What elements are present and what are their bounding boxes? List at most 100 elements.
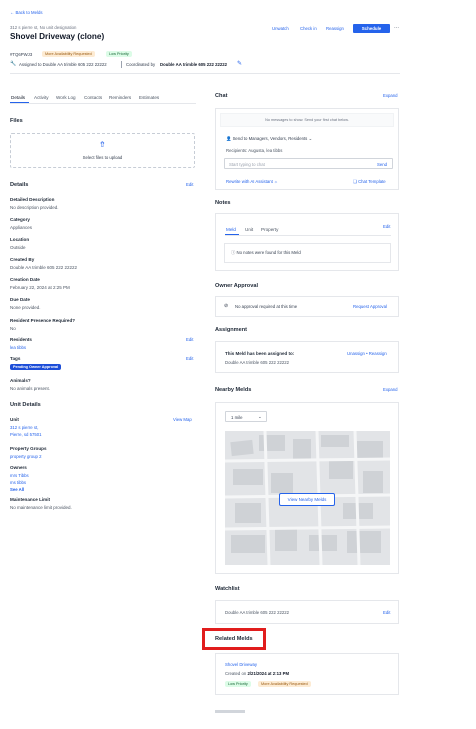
detail-label: Creation Date xyxy=(10,277,40,282)
maintenance-limit-value: No maintenance limit provided. xyxy=(10,505,72,510)
notes-tab-unit[interactable]: Unit xyxy=(245,227,253,232)
unit-label: Unit xyxy=(10,417,19,422)
address-line: 312 s pierre st, No unit designation xyxy=(10,25,77,30)
chat-input[interactable]: Start typing to chat Send xyxy=(224,158,393,169)
detail-label: Location xyxy=(10,237,30,242)
resident-link[interactable]: lea tibbs xyxy=(10,345,26,350)
notes-empty-box: ⓘ No notes were found for this Meld xyxy=(224,243,391,263)
related-meld-created: Created on 2/21/2024 at 2:13 PM xyxy=(225,671,290,676)
assigned-to-text: Assigned to Double AA trimble 605 222 22… xyxy=(19,62,107,67)
notes-empty-message: ⓘ No notes were found for this Meld xyxy=(231,250,301,255)
schedule-button[interactable]: Schedule xyxy=(353,24,390,33)
notes-tab-property[interactable]: Property xyxy=(261,227,278,232)
tag-badge: Pending Owner Approval xyxy=(10,364,62,370)
owner-link[interactable]: ms tibbs xyxy=(10,480,26,485)
notes-tab-meld[interactable]: Meld xyxy=(226,227,236,232)
reassign-button[interactable]: Reassign xyxy=(326,26,344,31)
tags-label: Tags xyxy=(10,356,21,361)
chat-empty-text: No messages to show. Send your first cha… xyxy=(265,118,349,122)
detail-value: Appliances xyxy=(10,225,33,230)
assignment-title: Assignment xyxy=(215,327,248,333)
unit-details-title: Unit Details xyxy=(10,402,41,408)
info-icon: ⓘ xyxy=(231,250,236,255)
owner-approval-text: No approval required at this time xyxy=(235,304,298,309)
tab-work-log[interactable]: Work Log xyxy=(56,95,76,100)
related-availability-badge: More Availability Requested xyxy=(258,681,311,687)
radius-select-value: 1 mile xyxy=(231,415,243,420)
chat-template-button[interactable]: ❏ Chat Template xyxy=(353,179,386,185)
send-to-dropdown[interactable]: 👤 Send to Managers, Vendors, Residents ⌄ xyxy=(226,136,312,142)
notes-title: Notes xyxy=(215,200,231,206)
header-divider xyxy=(10,73,400,74)
details-edit-link[interactable]: Edit xyxy=(186,182,193,187)
owner-approval-title: Owner Approval xyxy=(215,283,258,289)
chevron-down-icon: ⌄ xyxy=(258,414,262,419)
details-title: Details xyxy=(10,182,29,188)
chat-title: Chat xyxy=(215,93,228,99)
watchlist-title: Watchlist xyxy=(215,586,240,592)
property-groups-label: Property Groups xyxy=(10,446,47,451)
wrench-icon: 🔧 xyxy=(10,61,17,67)
notes-tab-divider xyxy=(225,235,391,236)
tab-contacts[interactable]: Contacts xyxy=(84,95,102,100)
tab-reminders[interactable]: Reminders xyxy=(109,95,131,100)
notes-edit-link[interactable]: Edit xyxy=(383,224,390,229)
radius-select[interactable]: 1 mile ⌄ xyxy=(225,411,267,422)
more-options-icon[interactable]: ... xyxy=(394,24,399,30)
assignment-panel: This Meld has been assigned to: Double A… xyxy=(215,341,399,373)
check-in-button[interactable]: Check in xyxy=(300,26,317,31)
owner-approval-panel: ⊘ No approval required at this time Requ… xyxy=(215,296,399,317)
detail-label: Created By xyxy=(10,257,35,262)
detail-value: None provided. xyxy=(10,305,41,310)
tab-estimates[interactable]: Estimates xyxy=(139,95,159,100)
chat-send-button[interactable]: Send xyxy=(377,162,387,167)
files-title: Files xyxy=(10,118,23,124)
unwatch-button[interactable]: Unwatch xyxy=(272,26,289,31)
unassign-reassign-link[interactable]: Unassign • Reassign xyxy=(347,351,387,356)
pencil-icon[interactable]: ✎ xyxy=(237,60,242,67)
watchlist-panel: Double AA trimble 605 222 22222 Edit xyxy=(215,600,399,624)
owners-label: Owners xyxy=(10,465,27,470)
no-approval-icon: ⊘ xyxy=(224,303,229,309)
related-meld-link[interactable]: Shovel Driveway xyxy=(225,662,257,667)
property-group-link[interactable]: property group 2 xyxy=(10,454,42,459)
page-title: Shovel Driveway (clone) xyxy=(10,32,105,41)
residents-edit-link[interactable]: Edit xyxy=(186,337,193,342)
detail-label: Due Date xyxy=(10,297,30,302)
nearby-expand-link[interactable]: Expand xyxy=(383,387,398,392)
upload-text: Select files to upload xyxy=(82,155,123,160)
tags-edit-link[interactable]: Edit xyxy=(186,356,193,361)
nearby-melds-title: Nearby Melds xyxy=(215,387,252,393)
request-approval-link[interactable]: Request Approval xyxy=(353,304,387,309)
animals-label: Animals? xyxy=(10,378,31,383)
view-nearby-melds-button[interactable]: View Nearby Melds xyxy=(279,493,335,506)
back-to-melds-link[interactable]: ← Back to Melds xyxy=(10,10,43,15)
meld-id: #TQ6PWJ3 xyxy=(10,52,33,57)
watchlist-edit-link[interactable]: Edit xyxy=(383,610,390,615)
detail-value: Double AA trimble 605 222 22222 xyxy=(10,265,78,270)
chevron-down-icon: ⌄ xyxy=(308,136,313,141)
notes-panel: Meld Unit Property Edit ⓘ No notes were … xyxy=(215,213,399,271)
rewrite-ai-button[interactable]: Rewrite with AI Assistant ☼ xyxy=(226,179,278,184)
watcher-name: Double AA trimble 605 222 22222 xyxy=(225,610,290,615)
nearby-map[interactable]: View Nearby Melds xyxy=(225,431,390,565)
user-icon: 👤 xyxy=(226,136,232,141)
tab-activity[interactable]: Activity xyxy=(34,95,49,100)
file-dropzone[interactable]: ⇮ Select files to upload xyxy=(10,133,195,168)
template-icon: ❏ xyxy=(353,179,357,184)
unit-address-line1[interactable]: 312 s pierre st, xyxy=(10,425,38,430)
assignment-heading: This Meld has been assigned to: xyxy=(225,351,295,356)
view-map-link[interactable]: View Map xyxy=(173,417,192,422)
animals-value: No animals present. xyxy=(10,386,51,391)
unit-address-line2[interactable]: Pierre, sd 57501 xyxy=(10,432,42,437)
detail-label: Resident Presence Required? xyxy=(10,318,76,323)
arrow-left-icon: ← xyxy=(10,10,15,15)
chat-expand-link[interactable]: Expand xyxy=(383,93,398,98)
detail-label: Detailed Description xyxy=(10,197,55,202)
divider xyxy=(121,61,122,68)
tab-details[interactable]: Details xyxy=(11,95,25,100)
upload-icon: ⇮ xyxy=(99,140,106,149)
see-all-owners-link[interactable]: See All xyxy=(10,487,24,492)
priority-badge: Low Priority xyxy=(106,51,132,57)
owner-link[interactable]: mrs Tibbs xyxy=(10,473,29,478)
